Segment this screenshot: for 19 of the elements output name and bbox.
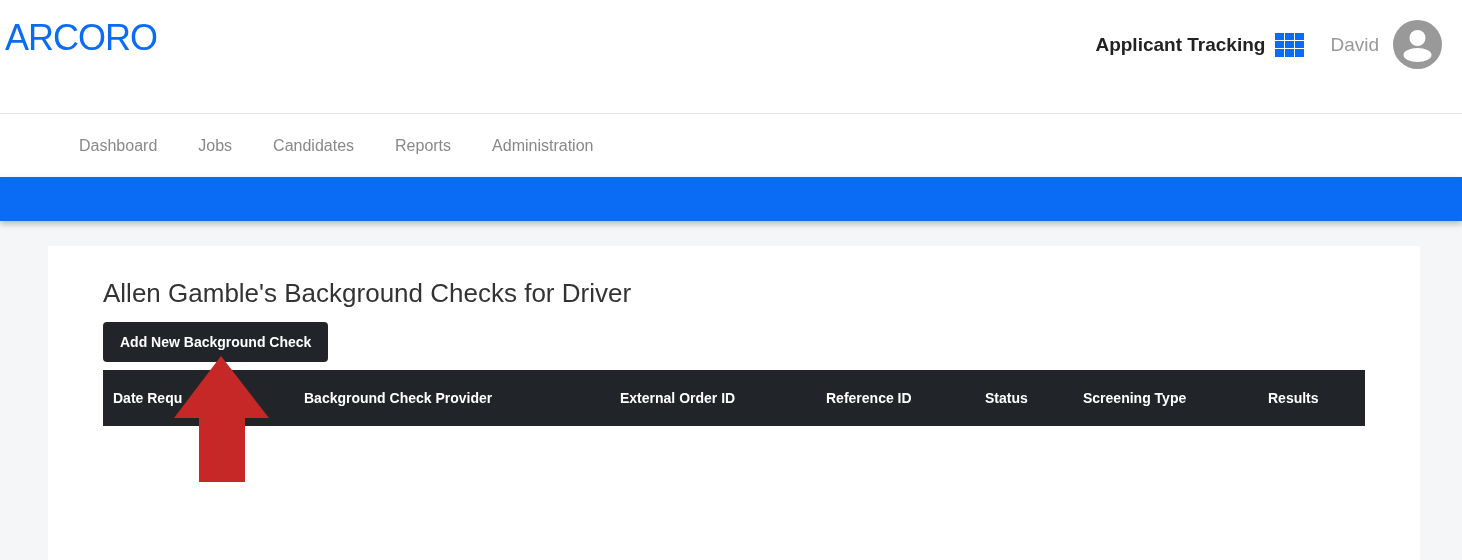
nav-link[interactable]: Dashboard bbox=[79, 136, 158, 155]
nav-link[interactable]: Candidates bbox=[273, 136, 355, 155]
nav-link[interactable]: Jobs bbox=[198, 136, 233, 155]
column-header: External Order ID bbox=[619, 390, 737, 406]
column-header: Reference ID bbox=[825, 390, 913, 406]
app-name: Applicant Tracking bbox=[1095, 33, 1266, 56]
column-header: Results bbox=[1267, 390, 1320, 406]
add-background-check-button[interactable]: Add New Background Check bbox=[103, 322, 329, 362]
column-header: Background Check Provider bbox=[303, 390, 494, 406]
nav-link[interactable]: Administration bbox=[492, 136, 594, 155]
column-header: Status bbox=[984, 390, 1029, 406]
avatar-icon[interactable] bbox=[1393, 20, 1442, 69]
column-header: Screening Type bbox=[1082, 390, 1188, 406]
logo[interactable]: ARCORO bbox=[5, 18, 157, 58]
user-name[interactable]: David bbox=[1330, 33, 1379, 56]
nav-link[interactable]: Reports bbox=[395, 136, 452, 155]
page-title: Allen Gamble's Background Checks for Driver bbox=[103, 277, 633, 310]
app-grid-icon[interactable] bbox=[1275, 32, 1305, 57]
column-header: Date Requ bbox=[112, 390, 184, 406]
